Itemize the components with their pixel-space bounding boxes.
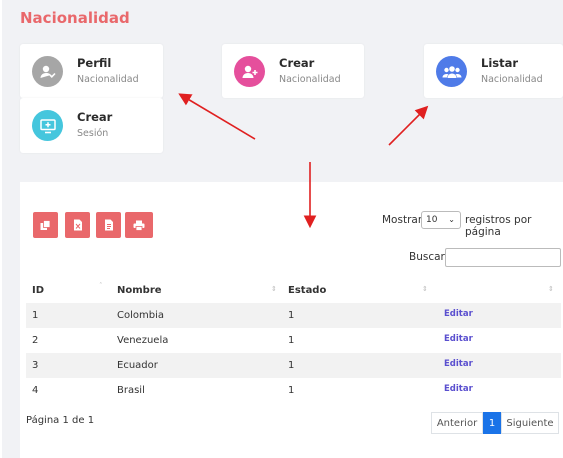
cell-estado: 1 [288,335,295,346]
per-page-label: registros por página [465,214,532,238]
print-button[interactable] [125,212,153,238]
monitor-plus-icon [32,110,63,141]
cell-id: 1 [32,310,39,321]
page-title: Nacionalidad [20,9,130,27]
sort-icon: ⇕ [271,285,277,293]
card-title: Listar [481,56,519,70]
edit-link[interactable]: Editar [444,309,473,319]
cell-nombre: Ecuador [117,360,158,371]
search-input[interactable] [445,248,561,267]
card-subtitle: Nacionalidad [481,74,543,85]
edit-link[interactable]: Editar [444,334,473,344]
search-label: Buscar [409,251,445,263]
cell-nombre: Venezuela [117,335,169,346]
card-subtitle: Nacionalidad [279,74,341,85]
users-icon [436,56,467,87]
edit-link[interactable]: Editar [444,384,473,394]
excel-button[interactable] [65,212,90,238]
cell-estado: 1 [288,360,295,371]
page-size-select[interactable]: 10 ⌄ [421,211,461,229]
cell-nombre: Brasil [117,385,145,396]
cell-nombre: Colombia [117,310,164,321]
column-header-id[interactable]: ID [32,285,44,296]
table-header: ID ˆ Nombre ⇕ Estado ⇕ ⇕ [26,280,561,302]
cell-estado: 1 [288,310,295,321]
card-subtitle: Nacionalidad [77,74,139,85]
edit-link[interactable]: Editar [444,359,473,369]
table-row: 1 Colombia 1 Editar [26,303,561,328]
user-plus-icon [234,56,265,87]
card-title: Crear [279,56,315,70]
chevron-down-icon: ⌄ [448,215,455,224]
page-info: Página 1 de 1 [26,415,95,426]
card-subtitle: Sesión [77,128,109,139]
show-label: Mostrar [382,214,423,226]
user-check-icon [32,56,63,87]
table-row: 4 Brasil 1 Editar [26,378,561,403]
card-listar[interactable]: Listar Nacionalidad [424,44,563,98]
card-crear-nacionalidad[interactable]: Crear Nacionalidad [222,44,364,98]
sort-icon: ˆ [99,282,103,290]
column-header-nombre[interactable]: Nombre [117,285,162,296]
previous-page-button[interactable]: Anterior [431,412,483,434]
pdf-icon [104,219,113,231]
cell-id: 3 [32,360,39,371]
print-icon [133,220,145,231]
pdf-button[interactable] [96,212,121,238]
sort-icon: ⇕ [548,285,554,293]
card-perfil[interactable]: Perfil Nacionalidad [20,44,163,98]
excel-icon [73,219,82,231]
sort-icon: ⇕ [422,285,428,293]
cell-id: 2 [32,335,39,346]
table-row: 3 Ecuador 1 Editar [26,353,561,378]
card-title: Perfil [77,56,112,70]
copy-button[interactable] [33,212,58,238]
copy-icon [40,219,51,230]
column-header-estado[interactable]: Estado [288,285,326,296]
card-crear-sesion[interactable]: Crear Sesión [20,98,163,153]
cell-estado: 1 [288,385,295,396]
next-page-button[interactable]: Siguiente [501,412,559,434]
page-1-button[interactable]: 1 [483,412,501,434]
cell-id: 4 [32,385,39,396]
card-title: Crear [77,110,113,124]
table-row: 2 Venezuela 1 Editar [26,328,561,353]
page-size-value: 10 [426,215,438,225]
